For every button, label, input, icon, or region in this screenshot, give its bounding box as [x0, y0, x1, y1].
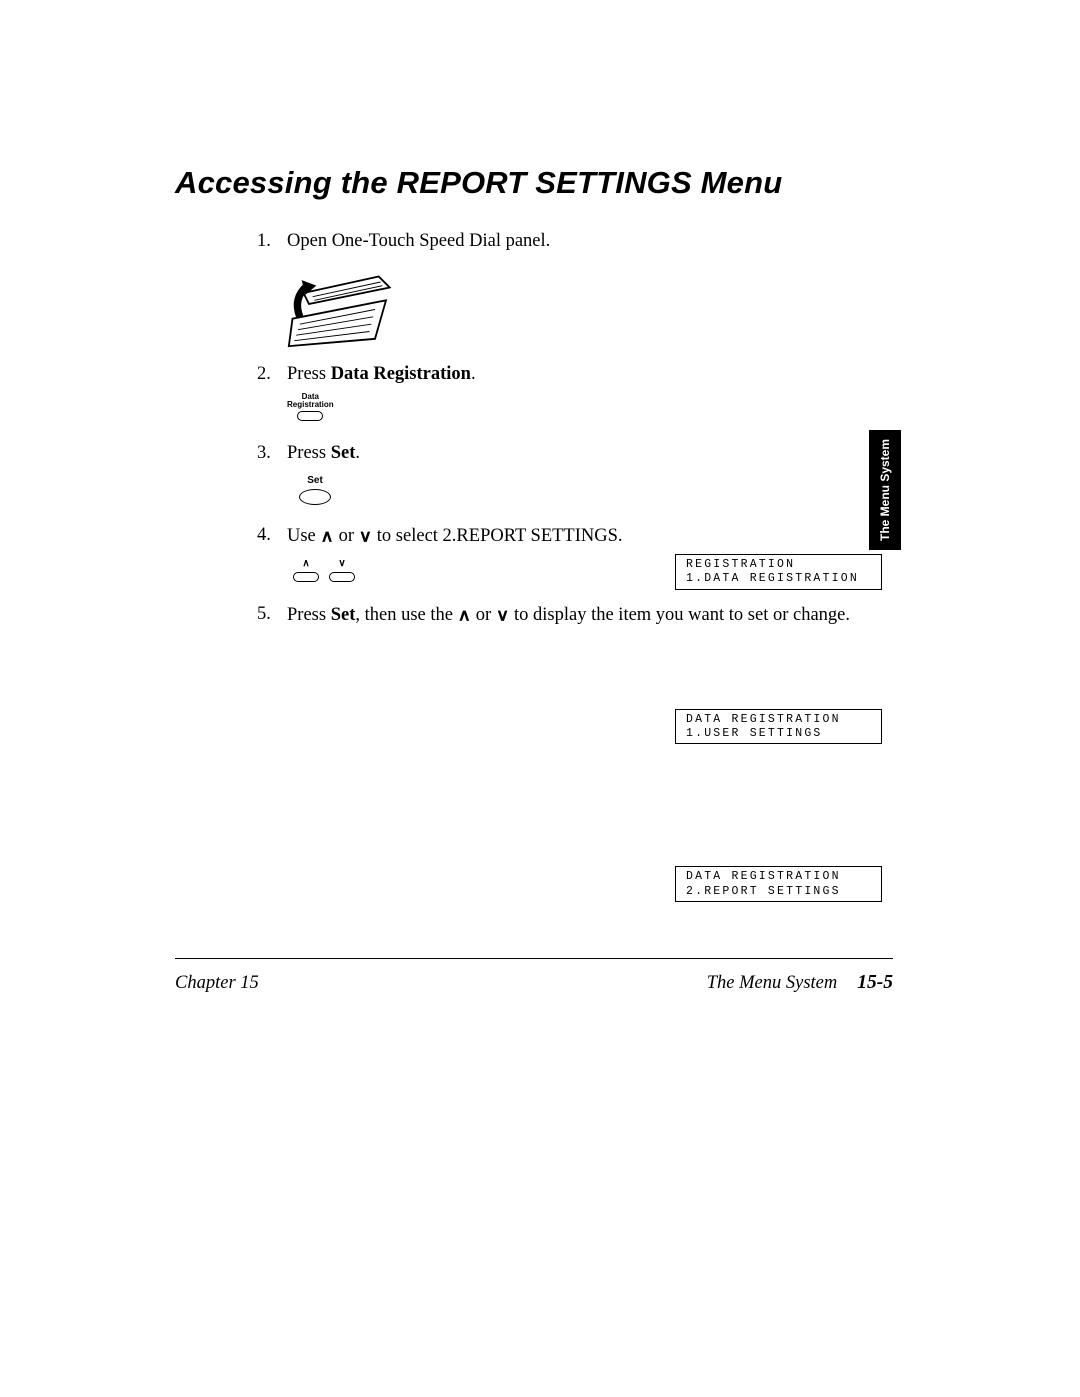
step-4: Use ∧ or ∨ to select 2.REPORT SETTINGS. … — [287, 523, 893, 581]
footer-chapter: Chapter 15 — [175, 973, 259, 994]
down-button-icon — [329, 572, 355, 582]
up-button: ∧ — [293, 557, 319, 582]
step-3: Press Set. Set DATA REGISTRATION 1.USER … — [287, 441, 893, 505]
footer-section: The Menu System — [707, 973, 838, 994]
step-3-suffix: . — [355, 443, 360, 463]
page-title: Accessing the REPORT SETTINGS Menu — [175, 165, 893, 201]
lcd2-line1: DATA REGISTRATION — [686, 713, 841, 726]
caret-down-icon-2: ∨ — [496, 604, 510, 626]
down-button-label: ∨ — [338, 557, 345, 571]
arrow-buttons-illustration: ∧ ∨ — [293, 557, 355, 582]
data-registration-button-icon — [297, 411, 323, 421]
step-4-text: Use ∧ or ∨ to select 2.REPORT SETTINGS. — [287, 523, 893, 549]
step-2-text: Press Data Registration. — [287, 362, 893, 387]
step-5-text: Press Set, then use the ∧ or ∨ to displa… — [287, 602, 893, 628]
panel-icon — [287, 260, 397, 348]
footer-rule — [175, 958, 893, 959]
footer-right: The Menu System 15-5 — [707, 972, 893, 994]
step-3-prefix: Press — [287, 443, 331, 463]
step-5-suffix: to display the item you want to set or c… — [509, 605, 850, 625]
down-button: ∨ — [329, 557, 355, 582]
lcd-display-3: DATA REGISTRATION 2.REPORT SETTINGS — [675, 866, 882, 902]
step-3-text: Press Set. — [287, 441, 893, 466]
step-2: Press Data Registration. Data Registrati… — [287, 362, 893, 421]
step-2-prefix: Press — [287, 364, 331, 384]
step-5: Press Set, then use the ∧ or ∨ to displa… — [287, 602, 893, 628]
set-button-label: Set — [307, 474, 323, 488]
step-5-bold: Set — [331, 605, 356, 625]
step-2-suffix: . — [471, 364, 476, 384]
step-4-suffix: to select 2.REPORT SETTINGS. — [372, 526, 622, 546]
caret-down-icon: ∨ — [359, 525, 373, 547]
step-4-prefix: Use — [287, 526, 320, 546]
set-button-icon — [299, 489, 331, 505]
section-tab: The Menu System — [869, 430, 901, 550]
step-3-bold: Set — [331, 443, 356, 463]
step-1: Open One-Touch Speed Dial panel. — [287, 229, 893, 348]
speed-dial-panel-illustration — [287, 260, 397, 348]
page: Accessing the REPORT SETTINGS Menu Open … — [0, 0, 1080, 1397]
step-4-mid: or — [334, 526, 359, 546]
lcd2-line2: 1.USER SETTINGS — [686, 727, 823, 740]
up-button-icon — [293, 572, 319, 582]
set-button-illustration: Set — [299, 474, 331, 506]
step-5-prefix: Press — [287, 605, 331, 625]
data-registration-label: Data Registration — [287, 393, 334, 410]
step-5-mid1: , then use the — [355, 605, 457, 625]
section-tab-label: The Menu System — [878, 439, 892, 541]
lcd-display-2: DATA REGISTRATION 1.USER SETTINGS — [675, 709, 882, 745]
step-2-bold: Data Registration — [331, 364, 471, 384]
footer-page: 15-5 — [857, 972, 893, 994]
step-1-text: Open One-Touch Speed Dial panel. — [287, 229, 893, 254]
lcd3-line2: 2.REPORT SETTINGS — [686, 885, 841, 898]
steps-list: Open One-Touch Speed Dial panel. — [175, 229, 893, 628]
step-5-mid2: or — [471, 605, 496, 625]
lcd3-line1: DATA REGISTRATION — [686, 870, 841, 883]
data-registration-button-illustration: Data Registration — [287, 393, 334, 421]
caret-up-icon: ∧ — [320, 525, 334, 547]
footer: Chapter 15 The Menu System 15-5 — [175, 972, 893, 994]
caret-up-icon-2: ∧ — [458, 604, 472, 626]
up-button-label: ∧ — [302, 557, 309, 571]
